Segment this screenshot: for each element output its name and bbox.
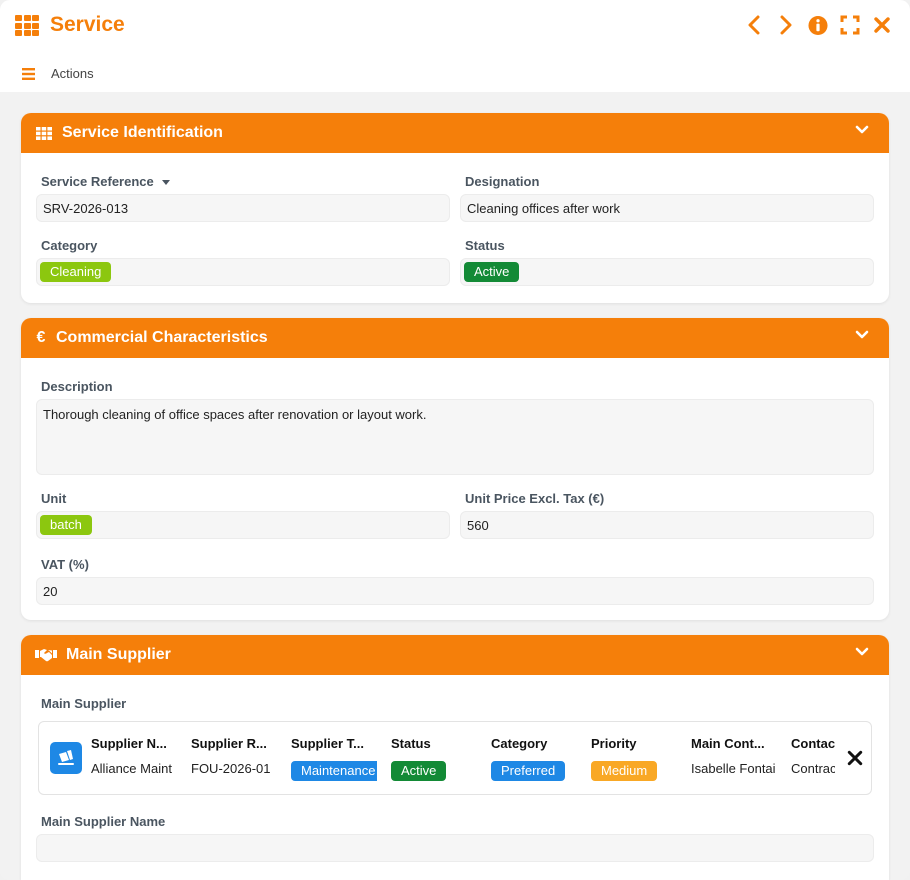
- table-icon: [35, 125, 53, 141]
- supplier-type-tag: Maintenance: [291, 761, 377, 781]
- designation-field[interactable]: Cleaning offices after work: [460, 194, 874, 222]
- unit-price-label: Unit Price Excl. Tax (€): [465, 491, 605, 506]
- supplier-ref-value: FOU-2026-01: [191, 761, 271, 776]
- status-field[interactable]: Active: [460, 258, 874, 286]
- main-supplier-header[interactable]: Main Supplier: [21, 635, 889, 675]
- service-reference-label[interactable]: Service Reference: [41, 174, 170, 189]
- vat-label: VAT (%): [41, 557, 89, 572]
- column-header: Supplier R...: [191, 736, 267, 751]
- column-header: Supplier N...: [91, 736, 167, 751]
- chevron-down-icon[interactable]: [855, 125, 869, 135]
- supplier-name-column: Supplier N... Alliance Maint: [91, 736, 177, 781]
- info-icon[interactable]: [808, 14, 828, 36]
- column-header: Main Cont...: [691, 736, 765, 751]
- category-tag: Cleaning: [40, 262, 112, 282]
- euro-icon: €: [36, 329, 46, 346]
- chevron-down-icon[interactable]: [855, 330, 869, 340]
- page-title: Service: [50, 13, 125, 36]
- chevron-right-icon[interactable]: [776, 14, 796, 36]
- title-bar: Service Actions: [0, 0, 910, 92]
- main-supplier-name-field[interactable]: [36, 834, 874, 862]
- section-title: Commercial Characteristics: [56, 329, 268, 346]
- service-identification-header[interactable]: Service Identification: [21, 113, 889, 153]
- column-header: Status: [391, 736, 431, 751]
- supplier-status-badge: Active: [391, 761, 447, 781]
- chevron-left-icon[interactable]: [744, 14, 764, 36]
- actions-label: Actions: [51, 66, 94, 81]
- unit-label: Unit: [41, 491, 67, 506]
- unit-tag: batch: [40, 515, 92, 535]
- caret-down-icon[interactable]: [161, 180, 170, 186]
- main-supplier-label: Main Supplier: [41, 696, 127, 711]
- hamburger-icon[interactable]: [22, 67, 35, 80]
- main-supplier-panel: Main Supplier Main Supplier Supplier N..…: [21, 635, 889, 880]
- grid-icon[interactable]: [15, 15, 39, 37]
- column-header: Category: [491, 736, 548, 751]
- supplier-contact2-value: Contrac: [791, 761, 835, 776]
- handshake-icon: [35, 647, 57, 663]
- supplier-priority-column: Priority Medium: [591, 736, 677, 781]
- supplier-type-column: Supplier T... Maintenance: [291, 736, 377, 781]
- close-icon[interactable]: [872, 14, 892, 36]
- supplier-card[interactable]: Supplier N... Alliance Maint Supplier R.…: [38, 721, 872, 795]
- service-identification-panel: Service Identification Service Reference…: [21, 113, 889, 303]
- supplier-ref-column: Supplier R... FOU-2026-01: [191, 736, 277, 781]
- supplier-contact-value: Isabelle Fontai: [691, 761, 776, 776]
- supplier-priority-tag: Medium: [591, 761, 658, 781]
- category-label: Category: [41, 238, 98, 253]
- chevron-down-icon[interactable]: [855, 647, 869, 657]
- supplier-category-column: Category Preferred: [491, 736, 577, 781]
- supplier-truck-icon: [50, 742, 82, 774]
- supplier-status-column: Status Active: [391, 736, 477, 781]
- commercial-characteristics-header[interactable]: € Commercial Characteristics: [21, 318, 889, 358]
- supplier-name-value: Alliance Maint: [91, 761, 172, 776]
- supplier-contact-column: Main Cont... Isabelle Fontai: [691, 736, 777, 781]
- commercial-characteristics-panel: € Commercial Characteristics Description…: [21, 318, 889, 620]
- unit-field[interactable]: batch: [36, 511, 450, 539]
- status-badge: Active: [464, 262, 520, 282]
- description-textarea[interactable]: Thorough cleaning of office spaces after…: [36, 399, 874, 475]
- section-title: Main Supplier: [66, 646, 171, 663]
- description-label: Description: [41, 379, 113, 394]
- category-field[interactable]: Cleaning: [36, 258, 450, 286]
- window-controls: [744, 14, 892, 36]
- column-header: Supplier T...: [291, 736, 364, 751]
- designation-label: Designation: [465, 174, 540, 189]
- remove-supplier-icon[interactable]: [847, 750, 863, 766]
- main-supplier-name-label: Main Supplier Name: [41, 814, 166, 829]
- vat-field[interactable]: 20: [36, 577, 874, 605]
- service-reference-field[interactable]: SRV-2026-013: [36, 194, 450, 222]
- column-header: Priority: [591, 736, 637, 751]
- expand-icon[interactable]: [840, 14, 860, 36]
- section-title: Service Identification: [62, 124, 223, 141]
- service-window: Service Actions Service Identification S…: [0, 0, 910, 880]
- unit-price-field[interactable]: 560: [460, 511, 874, 539]
- supplier-category-tag: Preferred: [491, 761, 566, 781]
- actions-menu[interactable]: Actions: [22, 66, 94, 81]
- supplier-contact2-column: Contac Contrac: [791, 736, 835, 781]
- status-label: Status: [465, 238, 505, 253]
- column-header: Contac: [791, 736, 835, 751]
